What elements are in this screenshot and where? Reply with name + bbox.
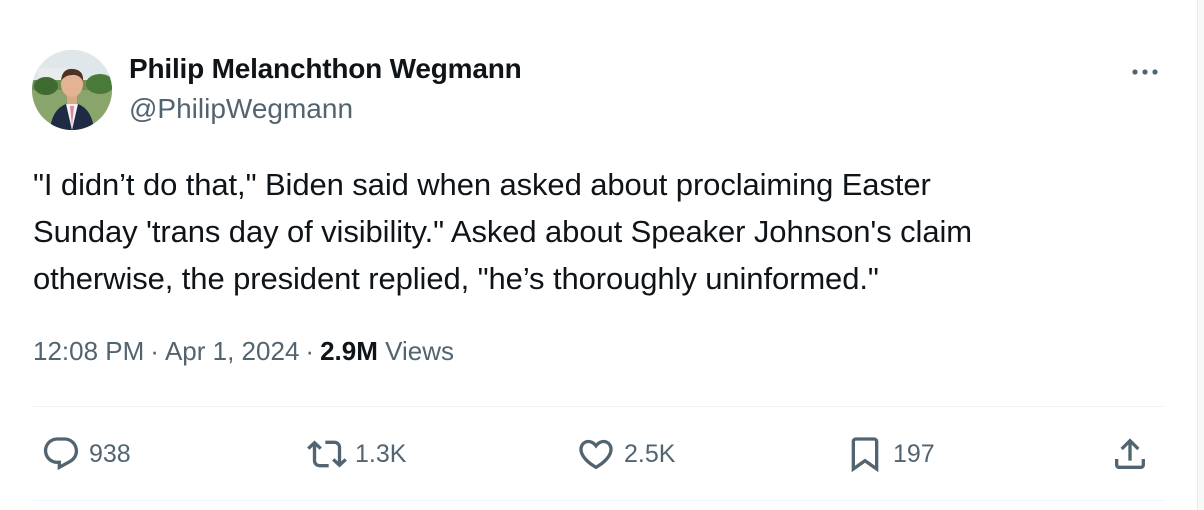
tweet-text-line: "I didn’t do that," Biden said when aske… [33, 167, 931, 202]
views-count[interactable]: 2.9M [320, 336, 378, 366]
author-display-name[interactable]: Philip Melanchthon Wegmann [129, 53, 522, 85]
like-button[interactable]: 2.5K [576, 434, 675, 474]
avatar[interactable] [32, 50, 112, 130]
repost-count: 1.3K [355, 439, 407, 468]
bookmark-button[interactable]: 197 [845, 434, 935, 474]
tweet-time[interactable]: 12:08 PM [33, 336, 144, 366]
tweet-text-line: Sunday 'trans day of visibility." Asked … [33, 214, 972, 249]
repost-icon [307, 440, 347, 468]
meta-separator: · [305, 336, 315, 366]
tweet-meta: 12:08 PM · Apr 1, 2024 · 2.9M Views [33, 336, 454, 367]
author-handle[interactable]: @PhilipWegmann [129, 93, 353, 125]
reply-count: 938 [89, 439, 131, 468]
window-edge [1197, 0, 1204, 510]
tweet-text-line: otherwise, the president replied, "he’s … [33, 261, 879, 296]
divider [33, 406, 1164, 407]
share-icon [1115, 438, 1145, 469]
divider [33, 500, 1164, 501]
share-button[interactable] [1110, 434, 1150, 474]
views-label: Views [385, 336, 455, 366]
bookmark-count: 197 [893, 439, 935, 468]
more-icon[interactable] [1128, 62, 1162, 82]
heart-icon [579, 439, 613, 470]
avatar-photo [32, 50, 112, 130]
bookmark-icon [851, 437, 879, 473]
tweet-date[interactable]: Apr 1, 2024 [165, 336, 299, 366]
reply-button[interactable]: 938 [41, 434, 131, 474]
tweet-card: Philip Melanchthon Wegmann @PhilipWegman… [0, 0, 1204, 510]
tweet-text: "I didn’t do that," Biden said when aske… [33, 161, 1143, 302]
reply-icon [43, 437, 79, 471]
meta-separator: · [150, 336, 159, 366]
repost-button[interactable]: 1.3K [307, 434, 406, 474]
like-count: 2.5K [624, 439, 676, 468]
